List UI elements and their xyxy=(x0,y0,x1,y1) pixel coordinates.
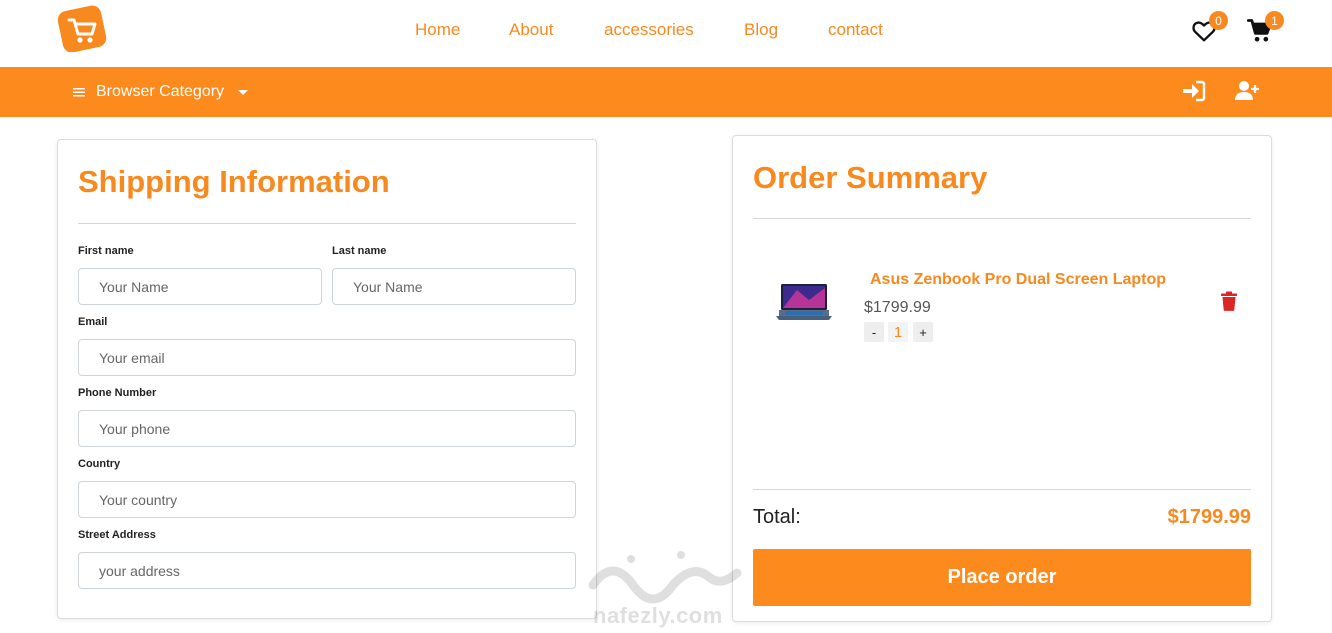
quantity-value: 1 xyxy=(888,322,908,342)
product-price: $1799.99 xyxy=(864,299,931,316)
order-summary-card: Order Summary Asus Zenbook Pro Dual Scre… xyxy=(732,135,1272,622)
sign-in-icon[interactable] xyxy=(1181,79,1207,103)
country-field[interactable] xyxy=(78,481,576,518)
total-label: Total: xyxy=(753,506,801,528)
shipping-information-card: Shipping Information First name Last nam… xyxy=(57,139,597,619)
nav-about[interactable]: About xyxy=(509,20,553,40)
laptop-product-image xyxy=(776,284,832,320)
nav-blog[interactable]: Blog xyxy=(744,20,778,40)
wishlist-count-badge: 0 xyxy=(1209,11,1228,30)
hamburger-icon xyxy=(73,88,85,97)
divider xyxy=(78,223,576,224)
country-label: Country xyxy=(78,458,121,470)
watermark-logo xyxy=(588,551,742,604)
phone-label: Phone Number xyxy=(78,387,157,399)
wishlist-button[interactable]: 0 xyxy=(1188,11,1228,46)
email-field[interactable] xyxy=(78,339,576,376)
last-name-label: Last name xyxy=(332,245,387,257)
street-address-field[interactable] xyxy=(78,552,576,589)
top-header: Home About accessories Blog contact 0 1 xyxy=(0,0,1332,67)
user-plus-icon[interactable] xyxy=(1234,79,1260,103)
watermark: nafezly.com xyxy=(585,545,745,630)
nav-home[interactable]: Home xyxy=(415,20,460,40)
email-label: Email xyxy=(78,316,108,328)
product-name[interactable]: Asus Zenbook Pro Dual Screen Laptop xyxy=(870,271,1166,289)
cart-count-badge: 1 xyxy=(1265,11,1284,30)
main-nav: Home About accessories Blog contact xyxy=(0,20,1332,42)
last-name-input[interactable] xyxy=(332,268,576,305)
first-name-input[interactable] xyxy=(78,268,322,305)
first-name-label: First name xyxy=(78,245,134,257)
browse-category-dropdown[interactable]: Browser Category xyxy=(72,81,249,103)
street-address-label: Street Address xyxy=(78,529,156,541)
browse-category-label: Browser Category xyxy=(96,83,225,100)
divider xyxy=(753,218,1251,219)
divider xyxy=(753,489,1251,490)
shipping-title: Shipping Information xyxy=(78,164,390,199)
phone-field[interactable] xyxy=(78,410,576,447)
quantity-increase-button[interactable]: + xyxy=(913,322,933,342)
total-value: $1799.99 xyxy=(1167,506,1251,528)
category-bar: Browser Category xyxy=(0,67,1332,117)
cart-button[interactable]: 1 xyxy=(1244,11,1284,46)
trash-icon[interactable] xyxy=(1220,291,1238,311)
order-summary-title: Order Summary xyxy=(753,160,988,195)
place-order-button[interactable]: Place order xyxy=(753,549,1251,606)
nav-accessories[interactable]: accessories xyxy=(604,20,694,40)
quantity-decrease-button[interactable]: - xyxy=(864,322,884,342)
chevron-down-icon xyxy=(238,89,249,95)
nav-contact[interactable]: contact xyxy=(828,20,883,40)
watermark-text: nafezly.com xyxy=(593,603,723,628)
